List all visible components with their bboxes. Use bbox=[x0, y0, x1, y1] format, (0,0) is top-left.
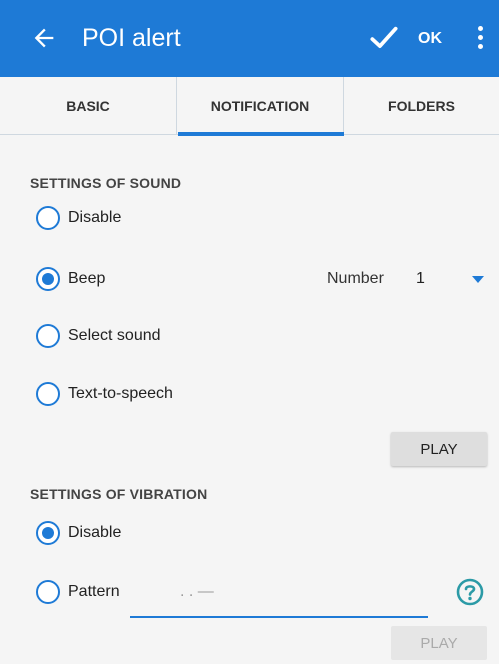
tab-bar: BASIC NOTIFICATION FOLDERS bbox=[0, 77, 499, 135]
page-title: POI alert bbox=[82, 24, 181, 52]
radio-button[interactable] bbox=[36, 580, 60, 604]
sound-section-header: SETTINGS OF SOUND bbox=[30, 175, 182, 191]
app-bar: POI alert OK bbox=[0, 0, 499, 77]
radio-label: Select sound bbox=[68, 327, 161, 344]
more-vertical-icon[interactable] bbox=[478, 26, 484, 52]
radio-button[interactable] bbox=[36, 324, 60, 348]
radio-button[interactable] bbox=[36, 521, 60, 545]
radio-label: Pattern bbox=[68, 583, 120, 600]
vibration-section-header: SETTINGS OF VIBRATION bbox=[30, 486, 208, 502]
radio-label: Beep bbox=[68, 270, 106, 287]
number-label: Number bbox=[327, 270, 384, 287]
vibration-play-button[interactable]: PLAY bbox=[391, 626, 487, 660]
radio-button[interactable] bbox=[36, 382, 60, 406]
sound-option-select-sound[interactable]: Select sound bbox=[36, 320, 161, 352]
tab-notification[interactable]: NOTIFICATION bbox=[176, 77, 344, 135]
vibration-option-disable[interactable]: Disable bbox=[36, 517, 121, 549]
tab-folders[interactable]: FOLDERS bbox=[344, 77, 499, 135]
pattern-input[interactable]: . . — bbox=[180, 583, 214, 601]
arrow-left-icon[interactable] bbox=[30, 24, 58, 52]
radio-label: Text-to-speech bbox=[68, 385, 173, 402]
radio-button[interactable] bbox=[36, 267, 60, 291]
sound-option-beep[interactable]: Beep bbox=[36, 263, 105, 295]
tab-basic[interactable]: BASIC bbox=[0, 77, 176, 135]
sound-play-button[interactable]: PLAY bbox=[391, 432, 487, 466]
radio-label: Disable bbox=[68, 209, 122, 226]
ok-button[interactable]: OK bbox=[418, 29, 442, 49]
sound-option-disable[interactable]: Disable bbox=[36, 202, 121, 234]
sound-option-text-to-speech[interactable]: Text-to-speech bbox=[36, 378, 173, 410]
number-dropdown[interactable]: 1 bbox=[416, 270, 425, 288]
radio-label: Disable bbox=[68, 524, 122, 541]
pattern-input-underline bbox=[130, 616, 428, 618]
radio-button[interactable] bbox=[36, 206, 60, 230]
tab-indicator bbox=[178, 132, 344, 136]
help-icon[interactable] bbox=[456, 578, 484, 606]
vibration-option-pattern[interactable]: Pattern bbox=[36, 576, 120, 608]
dropdown-arrow-icon[interactable] bbox=[472, 276, 484, 283]
checkmark-icon[interactable] bbox=[370, 26, 398, 50]
